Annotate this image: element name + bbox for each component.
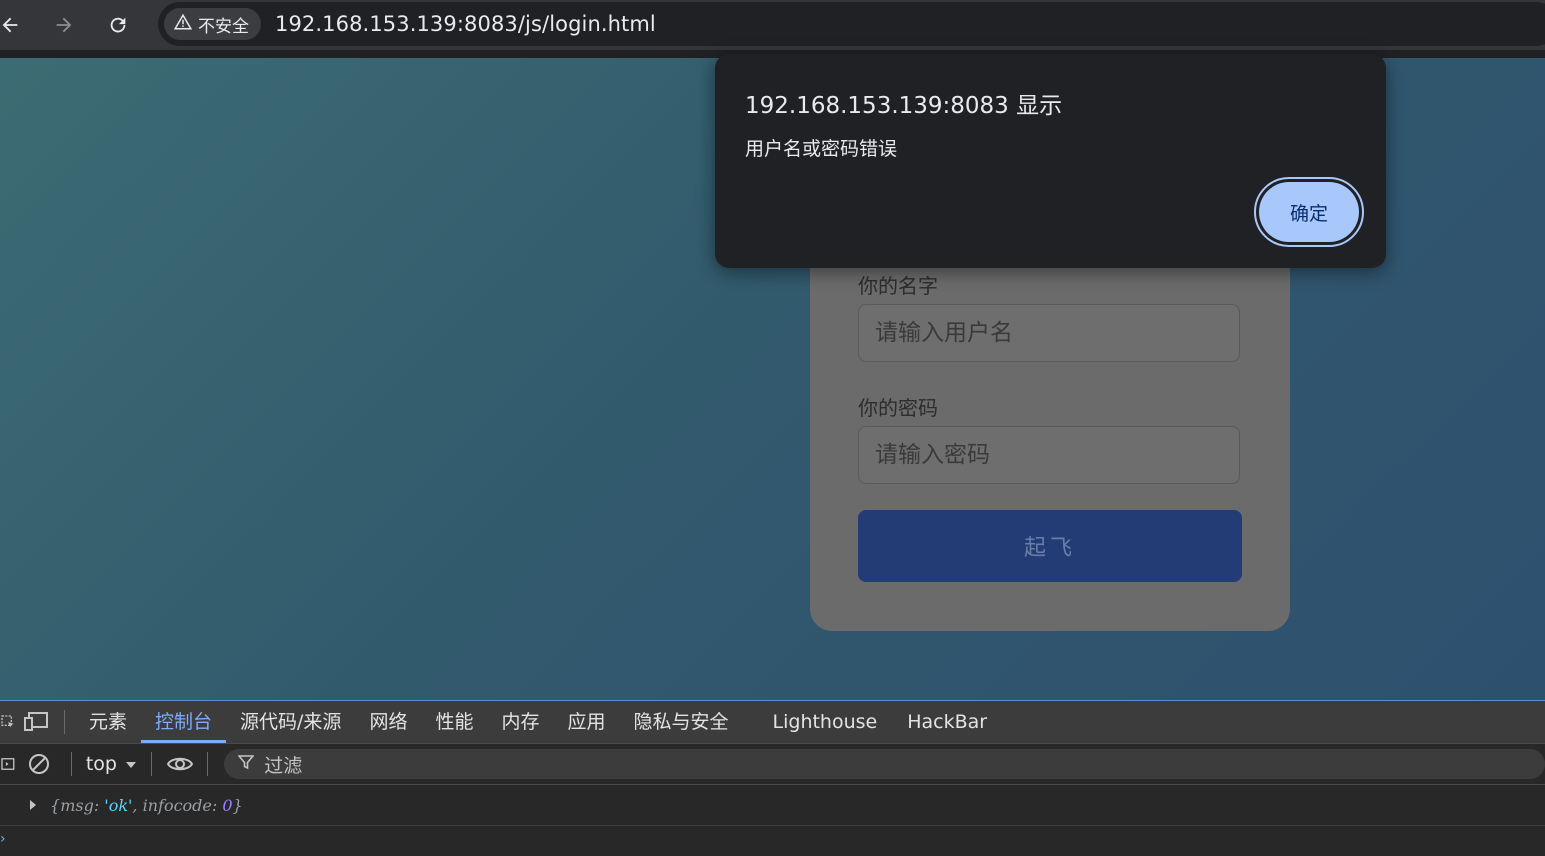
- tab-privacy-security[interactable]: 隐私与安全: [620, 701, 743, 743]
- filter-funnel-icon: [237, 753, 255, 775]
- warning-triangle-icon: [173, 13, 193, 36]
- alert-title: 192.168.153.139:8083 显示: [745, 93, 1063, 119]
- alert-message: 用户名或密码错误: [745, 138, 898, 160]
- eye-icon[interactable]: [160, 754, 199, 774]
- expand-triangle-icon[interactable]: [28, 796, 38, 815]
- username-input[interactable]: [858, 304, 1240, 362]
- console-toolbar: top 过滤: [0, 744, 1545, 785]
- clear-console-icon[interactable]: [16, 752, 63, 776]
- devtools-panel: 元素 控制台 源代码/来源 网络 性能 内存 应用 隐私与安全 Lighthou…: [0, 700, 1545, 856]
- tab-application[interactable]: 应用: [553, 701, 619, 743]
- context-selector[interactable]: top: [80, 753, 143, 775]
- tab-memory[interactable]: 内存: [487, 701, 553, 743]
- log-number-value: 0: [222, 795, 233, 815]
- filter-label: 过滤: [264, 754, 303, 777]
- tab-console[interactable]: 控制台: [141, 701, 227, 743]
- tab-network[interactable]: 网络: [355, 701, 421, 743]
- back-arrow-icon[interactable]: [0, 7, 28, 43]
- divider: [64, 710, 65, 734]
- submit-button[interactable]: 起飞: [858, 510, 1242, 582]
- tab-sources[interactable]: 源代码/来源: [226, 701, 355, 743]
- log-key: msg: [60, 795, 94, 815]
- divider: [207, 752, 209, 776]
- password-input[interactable]: [858, 426, 1240, 484]
- inspect-element-icon[interactable]: [0, 711, 16, 733]
- console-filter-input[interactable]: 过滤: [224, 749, 1545, 779]
- log-string-value: 'ok': [104, 795, 133, 815]
- device-toolbar-icon[interactable]: [16, 711, 56, 733]
- browser-toolbar: 不安全 192.168.153.139:8083/js/login.html: [0, 0, 1545, 50]
- forward-arrow-icon[interactable]: [46, 7, 82, 43]
- alert-ok-button[interactable]: 确定: [1254, 177, 1364, 247]
- tab-elements[interactable]: 元素: [75, 701, 141, 743]
- reload-icon[interactable]: [100, 7, 136, 43]
- password-label: 你的密码: [858, 396, 938, 420]
- log-brace: {: [50, 795, 61, 815]
- context-value: top: [85, 753, 117, 775]
- console-log-entry[interactable]: {msg: 'ok', infocode: 0}: [0, 785, 1545, 826]
- devtools-tabbar: 元素 控制台 源代码/来源 网络 性能 内存 应用 隐私与安全 Lighthou…: [0, 701, 1545, 744]
- login-card: 你的名字 你的密码 起飞: [810, 208, 1290, 631]
- tab-performance[interactable]: 性能: [421, 701, 487, 743]
- url-text[interactable]: 192.168.153.139:8083/js/login.html: [275, 12, 656, 36]
- security-label: 不安全: [198, 16, 249, 37]
- tab-hackbar[interactable]: HackBar: [893, 701, 1001, 743]
- address-bar[interactable]: 不安全 192.168.153.139:8083/js/login.html: [158, 2, 1545, 46]
- username-label: 你的名字: [858, 274, 938, 298]
- console-prompt-icon[interactable]: ›: [0, 831, 6, 847]
- log-brace: }: [232, 795, 243, 815]
- dropdown-triangle-icon: [125, 753, 137, 775]
- tab-lighthouse[interactable]: Lighthouse: [759, 701, 892, 743]
- divider: [70, 752, 72, 776]
- divider: [151, 752, 152, 776]
- log-key: infocode: [142, 795, 212, 815]
- sidebar-toggle-icon[interactable]: [0, 753, 16, 775]
- log-object-text: {msg: 'ok', infocode: 0}: [50, 795, 243, 815]
- security-indicator[interactable]: 不安全: [164, 8, 261, 40]
